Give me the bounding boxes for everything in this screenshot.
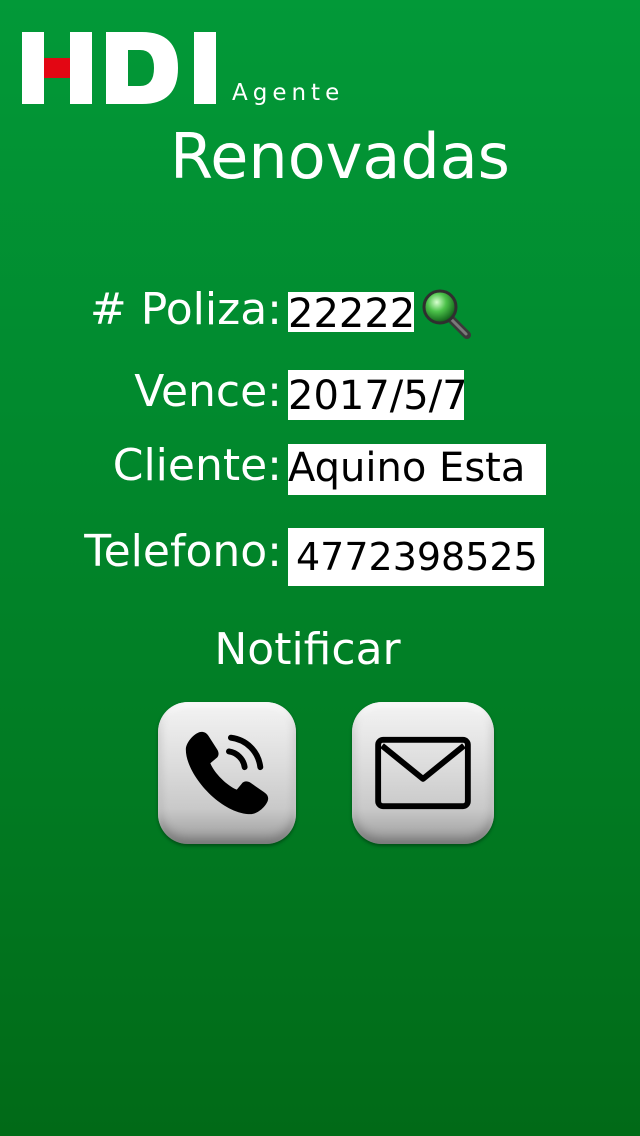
logo-accent [44, 58, 70, 78]
vence-field[interactable]: 2017/5/7 [288, 370, 464, 420]
search-button[interactable] [420, 288, 472, 340]
page-title: Renovadas [169, 120, 510, 193]
vence-label: Vence: [134, 366, 282, 417]
poliza-field[interactable]: 22222 [288, 292, 414, 332]
envelope-icon [375, 736, 471, 810]
cliente-label: Cliente: [112, 440, 282, 491]
hdi-logo [22, 32, 216, 104]
logo-subtitle: Agente [232, 80, 345, 106]
call-button[interactable] [158, 702, 296, 844]
cliente-field[interactable]: Aquino Esta [288, 444, 546, 495]
telefono-field[interactable]: 4772398525 [288, 528, 544, 586]
telefono-label: Telefono: [84, 526, 282, 577]
email-button[interactable] [352, 702, 494, 844]
notify-label: Notificar [214, 624, 401, 675]
phone-icon [185, 731, 269, 815]
poliza-label: # Poliza: [89, 284, 282, 335]
magnifier-icon [422, 289, 471, 339]
